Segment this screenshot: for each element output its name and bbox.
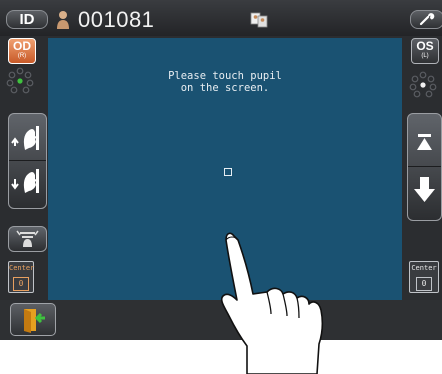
person-icon <box>57 11 69 29</box>
top-bar: ID 001081 <box>0 0 442 36</box>
center-value-left: 0 <box>13 277 29 291</box>
od-sub-label: (R) <box>17 53 27 59</box>
chin-up-icon <box>11 126 39 150</box>
os-label: OS <box>416 39 434 53</box>
move-up-button[interactable] <box>408 114 441 167</box>
center-indicator-right: Center 0 <box>409 261 439 293</box>
chin-down-button[interactable] <box>9 161 46 208</box>
height-adjust-group <box>407 113 442 221</box>
exit-button[interactable] <box>10 303 56 336</box>
chin-adjust-group <box>8 113 47 209</box>
instruction-text: Please touch pupil on the screen. <box>168 70 282 94</box>
os-left-eye-button[interactable]: OS (L) <box>411 38 439 64</box>
touch-hand-icon <box>220 232 324 374</box>
alignment-target <box>224 168 232 176</box>
od-label: OD <box>13 39 31 53</box>
alignment-dots-left <box>6 67 34 94</box>
wrench-icon <box>419 13 435 26</box>
os-sub-label: (L) <box>421 53 429 59</box>
center-indicator-left: Center 0 <box>8 261 34 293</box>
chinrest-icon <box>16 230 39 247</box>
move-down-button[interactable] <box>408 167 441 220</box>
center-label-left: Center <box>9 264 35 272</box>
alignment-dots-right <box>409 71 437 98</box>
chin-down-icon <box>11 169 39 193</box>
od-right-eye-button[interactable]: OD (R) <box>8 38 36 64</box>
arrow-up-icon <box>417 134 432 150</box>
exit-door-icon <box>24 309 45 333</box>
center-label-right: Center <box>411 264 437 272</box>
chin-up-button[interactable] <box>9 114 46 161</box>
chinrest-button[interactable] <box>8 226 47 252</box>
patient-id: 001081 <box>78 7 155 32</box>
settings-wrench-button[interactable] <box>410 10 442 29</box>
compare-photo-icon[interactable] <box>250 11 268 29</box>
arrow-down-icon <box>414 177 435 202</box>
center-value-right: 0 <box>416 277 432 291</box>
id-button[interactable]: ID <box>6 10 48 29</box>
